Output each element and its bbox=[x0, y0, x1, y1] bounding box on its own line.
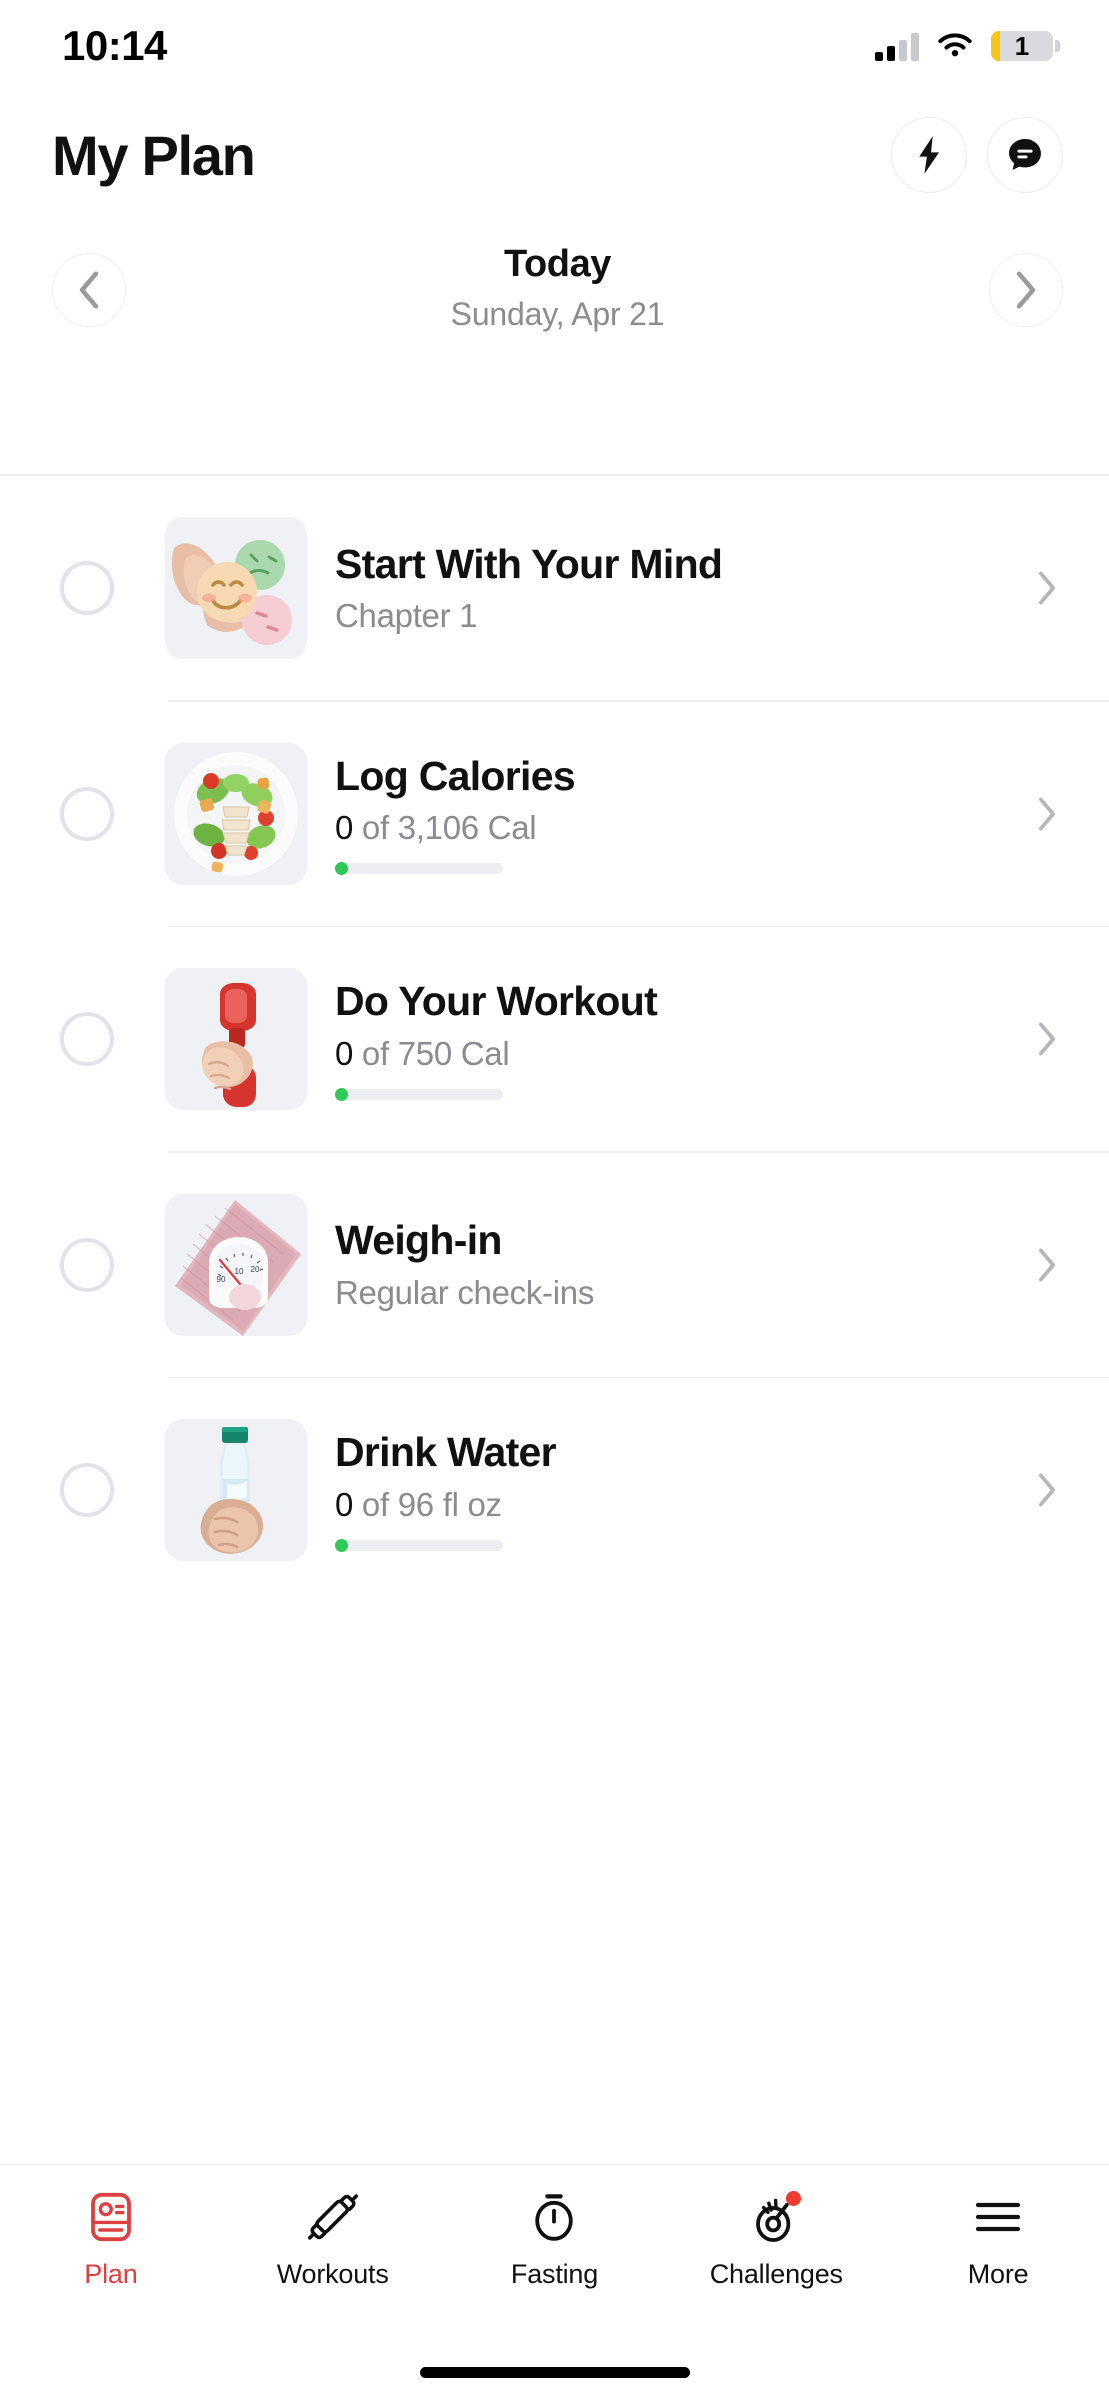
task-checkbox[interactable] bbox=[60, 1237, 114, 1292]
date-navigation: Today Sunday, Apr 21 bbox=[0, 210, 1109, 370]
stopwatch-icon bbox=[528, 2191, 580, 2243]
cellular-signal-icon bbox=[875, 31, 919, 61]
task-row-log-calories[interactable]: Log Calories 0 of 3,106 Cal bbox=[0, 702, 1109, 926]
tab-label: More bbox=[967, 2259, 1029, 2289]
task-progress-bar bbox=[335, 1087, 503, 1101]
svg-text:20: 20 bbox=[251, 1265, 260, 1274]
tab-label: Plan bbox=[84, 2259, 138, 2289]
tab-plan[interactable]: Plan bbox=[0, 2191, 222, 2290]
task-row-weigh-in[interactable]: 10 20 90 Weigh-in Regular check-ins bbox=[0, 1153, 1109, 1377]
app-header: My Plan bbox=[0, 100, 1109, 210]
task-goal-value: of 3,106 Cal bbox=[353, 809, 537, 847]
task-checkbox[interactable] bbox=[60, 561, 114, 615]
home-indicator bbox=[419, 2367, 690, 2378]
hands-holding-emoji-faces-image bbox=[165, 517, 307, 659]
task-row-start-with-your-mind[interactable]: Start With Your Mind Chapter 1 bbox=[0, 476, 1109, 700]
task-subtitle: Chapter 1 bbox=[335, 597, 478, 635]
task-chevron[interactable] bbox=[1025, 1248, 1069, 1282]
status-time: 10:14 bbox=[62, 22, 167, 69]
hamburger-menu-icon bbox=[972, 2191, 1024, 2243]
chevron-right-icon bbox=[1038, 1473, 1056, 1507]
chevron-right-icon bbox=[1038, 1248, 1056, 1281]
task-progress-bar bbox=[335, 1538, 503, 1552]
task-subtitle: 0 of 750 Cal bbox=[335, 1035, 1025, 1073]
task-goal-value: of 750 Cal bbox=[353, 1034, 510, 1072]
task-current-value: 0 bbox=[335, 1485, 354, 1523]
previous-day-button[interactable] bbox=[52, 253, 126, 327]
task-row-do-your-workout[interactable]: Do Your Workout 0 of 750 Cal bbox=[0, 927, 1109, 1151]
task-checkbox[interactable] bbox=[60, 1463, 114, 1517]
task-progress-bar bbox=[335, 862, 503, 876]
lightning-bolt-button[interactable] bbox=[891, 117, 967, 193]
next-day-button[interactable] bbox=[989, 253, 1063, 327]
tab-challenges[interactable]: Challenges bbox=[665, 2191, 887, 2290]
task-chevron[interactable] bbox=[1025, 1473, 1069, 1507]
task-title: Start With Your Mind bbox=[335, 540, 723, 587]
chevron-right-icon bbox=[1016, 271, 1036, 309]
task-title: Log Calories bbox=[335, 752, 576, 799]
chat-button[interactable] bbox=[987, 117, 1063, 193]
bottom-tab-bar: Plan Workouts Fasting Challenges More bbox=[0, 2164, 1109, 2400]
hand-holding-dumbbell-image bbox=[165, 968, 307, 1110]
task-current-value: 0 bbox=[335, 809, 354, 847]
task-chevron[interactable] bbox=[1025, 571, 1069, 605]
status-indicators: 1 bbox=[875, 30, 1060, 61]
task-subtitle: 0 of 3,106 Cal bbox=[335, 809, 1025, 847]
task-list: Start With Your Mind Chapter 1 Log Calor… bbox=[0, 476, 1109, 2164]
tab-label: Challenges bbox=[709, 2259, 843, 2289]
app-screen: 10:14 1 My Plan Today Sunday, Apr 21 Sta… bbox=[0, 0, 1109, 2400]
task-text: Log Calories 0 of 3,106 Cal bbox=[335, 752, 1025, 876]
task-checkbox[interactable] bbox=[60, 1012, 114, 1066]
task-title: Do Your Workout bbox=[335, 978, 658, 1025]
task-current-value: 0 bbox=[335, 1034, 354, 1072]
progress-indicator bbox=[335, 1538, 348, 1552]
progress-indicator bbox=[335, 862, 348, 876]
chevron-right-icon bbox=[1038, 1022, 1056, 1056]
task-text: Do Your Workout 0 of 750 Cal bbox=[335, 978, 1025, 1101]
current-date: Today Sunday, Apr 21 bbox=[126, 243, 989, 333]
status-bar: 10:14 1 bbox=[0, 0, 1109, 92]
task-title: Weigh-in bbox=[335, 1217, 502, 1264]
tab-more[interactable]: More bbox=[887, 2191, 1109, 2290]
chevron-right-icon bbox=[1038, 571, 1056, 605]
progress-indicator bbox=[335, 1087, 348, 1101]
task-text: Start With Your Mind Chapter 1 bbox=[335, 541, 1025, 635]
wifi-icon bbox=[938, 33, 972, 57]
lightning-bolt-icon bbox=[919, 136, 939, 174]
hand-holding-water-bottle-image bbox=[165, 1419, 307, 1561]
svg-text:10: 10 bbox=[235, 1267, 244, 1276]
task-chevron[interactable] bbox=[1025, 1022, 1069, 1056]
salad-plate-image bbox=[165, 742, 307, 885]
task-text: Drink Water 0 of 96 fl oz bbox=[335, 1429, 1025, 1552]
task-row-drink-water[interactable]: Drink Water 0 of 96 fl oz bbox=[0, 1378, 1109, 1602]
chat-bubble-icon bbox=[1009, 139, 1041, 170]
task-subtitle: Regular check-ins bbox=[335, 1273, 595, 1311]
task-subtitle: 0 of 96 fl oz bbox=[335, 1486, 1025, 1524]
plan-card-icon bbox=[85, 2191, 137, 2243]
svg-text:90: 90 bbox=[217, 1275, 226, 1284]
tab-fasting[interactable]: Fasting bbox=[444, 2191, 666, 2290]
header-actions bbox=[891, 117, 1063, 193]
target-icon bbox=[750, 2191, 802, 2243]
battery-level: 1 bbox=[1014, 30, 1030, 61]
task-chevron[interactable] bbox=[1025, 797, 1069, 831]
dumbbell-icon bbox=[307, 2191, 359, 2243]
task-title: Drink Water bbox=[335, 1429, 557, 1476]
tab-label: Fasting bbox=[510, 2259, 599, 2289]
tab-label: Workouts bbox=[276, 2259, 389, 2289]
chevron-left-icon bbox=[79, 271, 99, 309]
pink-bathroom-scale-image: 10 20 90 bbox=[165, 1193, 307, 1336]
task-text: Weigh-in Regular check-ins bbox=[335, 1217, 1025, 1311]
task-goal-value: of 96 fl oz bbox=[353, 1485, 502, 1523]
battery-icon: 1 bbox=[991, 30, 1060, 61]
tab-workouts[interactable]: Workouts bbox=[222, 2191, 444, 2290]
date-label: Today bbox=[503, 243, 612, 285]
page-title: My Plan bbox=[52, 123, 256, 187]
date-sublabel: Sunday, Apr 21 bbox=[450, 296, 665, 332]
task-checkbox[interactable] bbox=[60, 786, 114, 841]
chevron-right-icon bbox=[1038, 797, 1056, 830]
